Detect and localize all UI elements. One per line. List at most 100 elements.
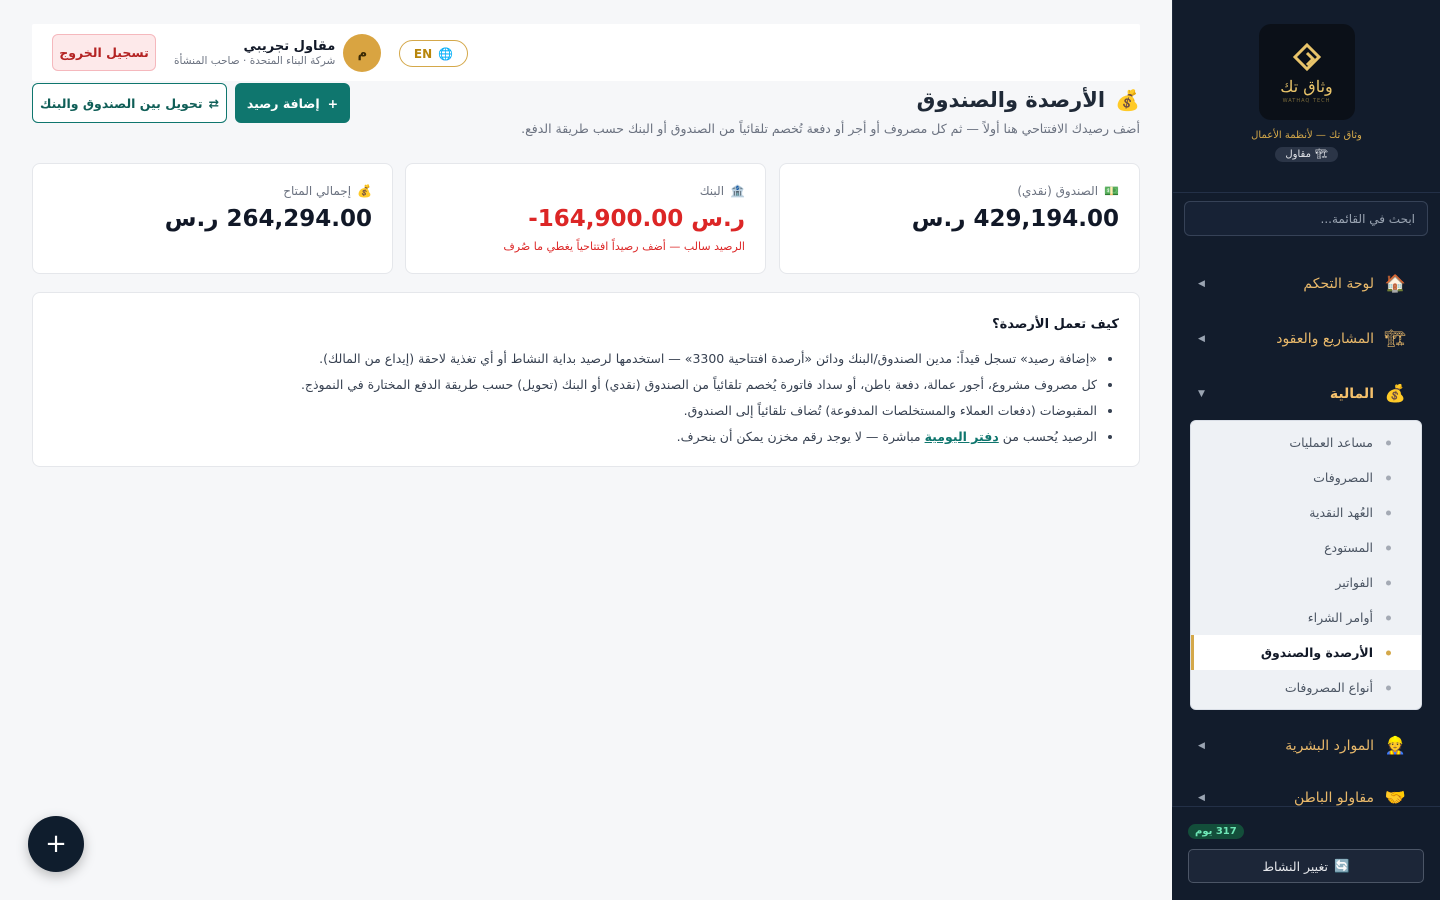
bullet-icon — [1386, 580, 1391, 585]
avatar[interactable]: م — [343, 34, 382, 72]
logout-button[interactable]: تسجيل الخروج — [52, 34, 156, 71]
user-info: م مقاول تجريبي شركة البناء المتحدة · صاح… — [174, 34, 382, 72]
submenu-label: مساعد العمليات — [1289, 435, 1373, 450]
switch-activity-button[interactable]: 🔄 تغيير النشاط — [1188, 849, 1424, 883]
list-item: الرصيد يُحسب من دفتر اليومية مباشرة — لا… — [53, 424, 1097, 450]
cash-balance-card: 💵 الصندوق (نقدي) 429,194.00 ر.س — [779, 163, 1140, 274]
chevron-left-icon: ◀ — [1198, 279, 1205, 289]
chevron-down-icon: ▼ — [1198, 389, 1205, 399]
journal-link[interactable]: دفتر اليومية — [925, 429, 999, 444]
globe-icon: 🌐 — [438, 46, 454, 61]
logo-text: وثاق تك — [1280, 76, 1333, 96]
card-value: -164,900.00 ر.س — [528, 206, 745, 232]
sidebar-item-label: لوحة التحكم — [1303, 276, 1374, 292]
submenu-item-purchase-orders[interactable]: أوامر الشراء — [1191, 600, 1421, 635]
refresh-icon: 🔄 — [1333, 858, 1350, 873]
days-remaining-badge: 317 يوم — [1188, 824, 1244, 839]
role-label: مقاول — [1285, 149, 1311, 160]
submenu-label: المستودع — [1324, 540, 1373, 555]
submenu-item-invoices[interactable]: الفواتير — [1191, 565, 1421, 600]
info-text-suffix: مباشرة — لا يوجد رقم مخزن يمكن أن ينحرف. — [676, 429, 921, 444]
handshake-icon: 🤝 — [1384, 788, 1406, 806]
submenu-item-cash-custody[interactable]: العُهد النقدية — [1191, 495, 1421, 530]
add-balance-label: إضافة رصيد — [246, 95, 320, 111]
list-item: «إضافة رصيد» تسجل قيداً: مدين الصندوق/ال… — [53, 346, 1097, 372]
list-item: كل مصروف مشروع، أجور عمالة، دفعة باطن، أ… — [53, 372, 1097, 398]
sidebar-item-label: الموارد البشرية — [1285, 738, 1374, 754]
card-label: البنك — [699, 184, 725, 198]
transfer-label: تحويل بين الصندوق والبنك — [39, 95, 203, 111]
card-value: 264,294.00 ر.س — [164, 206, 372, 232]
submenu-item-expense-types[interactable]: أنواع المصروفات — [1191, 670, 1421, 705]
submenu-item-operations-assistant[interactable]: مساعد العمليات — [1191, 425, 1421, 460]
bullet-icon — [1386, 440, 1391, 445]
swap-icon: ⇄ — [208, 95, 220, 111]
finance-submenu: مساعد العمليات المصروفات العُهد النقدية … — [1190, 420, 1422, 710]
sidebar-item-label: المالية — [1329, 386, 1374, 402]
language-label: EN — [413, 46, 433, 61]
bullet-icon — [1386, 510, 1391, 515]
chevron-left-icon: ◀ — [1198, 741, 1205, 751]
role-badge: 🏗 مقاول — [1275, 147, 1338, 162]
logo-subtext: WATHAQ TECH — [1282, 97, 1331, 104]
total-available-card: 💰 إجمالي المتاح 264,294.00 ر.س — [32, 163, 393, 274]
language-toggle[interactable]: EN 🌐 — [399, 40, 468, 67]
menu-search[interactable] — [1184, 201, 1428, 236]
negative-balance-warning: الرصيد سالب — أضف رصيداً افتتاحياً يغطي … — [503, 240, 745, 253]
info-list: «إضافة رصيد» تسجل قيداً: مدين الصندوق/ال… — [53, 346, 1119, 450]
switch-activity-label: تغيير النشاط — [1262, 858, 1328, 874]
submenu-label: المصروفات — [1313, 470, 1373, 485]
user-name: مقاول تجريبي — [243, 39, 336, 54]
page-description: أضف رصيدك الافتتاحي هنا أولاً — ثم كل مص… — [521, 121, 1140, 136]
sidebar-item-finance[interactable]: 💰 المالية ▼ — [1172, 368, 1440, 420]
sidebar-item-hr[interactable]: 👷 الموارد البشرية ◀ — [1172, 720, 1440, 772]
chevron-left-icon: ◀ — [1198, 793, 1205, 803]
crane-icon: 🏗 — [1314, 149, 1328, 160]
submenu-label: أنواع المصروفات — [1284, 680, 1373, 695]
bullet-icon — [1386, 650, 1391, 655]
money-bag-icon: 💰 — [357, 184, 372, 198]
chevron-left-icon: ◀ — [1198, 334, 1205, 344]
submenu-item-expenses[interactable]: المصروفات — [1191, 460, 1421, 495]
bank-balance-card: 🏦 البنك -164,900.00 ر.س الرصيد سالب — أض… — [405, 163, 766, 274]
sidebar-nav: 🏠 لوحة التحكم ◀ 🏗 المشاريع والعقود ◀ 💰 ا… — [1172, 258, 1440, 806]
submenu-label: أوامر الشراء — [1307, 610, 1373, 625]
logo[interactable]: وثاق تك WATHAQ TECH — [1258, 24, 1355, 120]
page-title-text: الأرصدة والصندوق — [916, 88, 1106, 112]
tagline: وثاق تك — لأنظمة الأعمال — [1251, 130, 1362, 141]
card-value: 429,194.00 ر.س — [911, 206, 1119, 232]
bullet-icon — [1386, 685, 1391, 690]
bullet-icon — [1386, 545, 1391, 550]
info-text-prefix: الرصيد يُحسب من — [1002, 429, 1097, 444]
submenu-label: الأرصدة والصندوق — [1260, 645, 1373, 660]
menu-search-input[interactable] — [1197, 211, 1415, 226]
cash-icon: 💵 — [1104, 184, 1119, 198]
info-title: كيف تعمل الأرصدة؟ — [992, 317, 1119, 332]
how-balances-work-panel: كيف تعمل الأرصدة؟ «إضافة رصيد» تسجل قيدا… — [32, 292, 1140, 467]
floating-add-button[interactable]: + — [28, 816, 84, 872]
card-label: إجمالي المتاح — [283, 184, 352, 198]
submenu-item-warehouse[interactable]: المستودع — [1191, 530, 1421, 565]
submenu-label: العُهد النقدية — [1309, 505, 1373, 520]
sidebar-item-projects[interactable]: 🏗 المشاريع والعقود ◀ — [1172, 313, 1440, 365]
sidebar-item-subcontractors[interactable]: 🤝 مقاولو الباطن ◀ — [1172, 772, 1440, 806]
bank-icon: 🏦 — [730, 184, 745, 198]
crane-icon: 🏗 — [1384, 329, 1406, 349]
money-bag-icon: 💰 — [1115, 88, 1140, 112]
main-content: EN 🌐 م مقاول تجريبي شركة البناء المتحدة … — [0, 0, 1172, 900]
page-title: 💰 الأرصدة والصندوق — [917, 88, 1140, 112]
card-label: الصندوق (نقدي) — [1017, 184, 1099, 198]
list-item: المقبوضات (دفعات العملاء والمستخلصات الم… — [53, 398, 1097, 424]
plus-icon: + — [327, 95, 339, 111]
transfer-button[interactable]: ⇄ تحويل بين الصندوق والبنك — [32, 83, 227, 123]
submenu-item-balances[interactable]: الأرصدة والصندوق — [1191, 635, 1421, 670]
top-bar: EN 🌐 م مقاول تجريبي شركة البناء المتحدة … — [32, 24, 1140, 81]
user-subtitle: شركة البناء المتحدة · صاحب المنشأة — [174, 55, 336, 67]
worker-icon: 👷 — [1384, 736, 1406, 756]
bullet-icon — [1386, 615, 1391, 620]
sidebar-item-dashboard[interactable]: 🏠 لوحة التحكم ◀ — [1172, 258, 1440, 310]
add-balance-button[interactable]: + إضافة رصيد — [235, 83, 350, 123]
money-bag-icon: 💰 — [1384, 384, 1406, 404]
bullet-icon — [1386, 475, 1391, 480]
sidebar-header: وثاق تك WATHAQ TECH وثاق تك — لأنظمة الأ… — [1173, 0, 1440, 193]
